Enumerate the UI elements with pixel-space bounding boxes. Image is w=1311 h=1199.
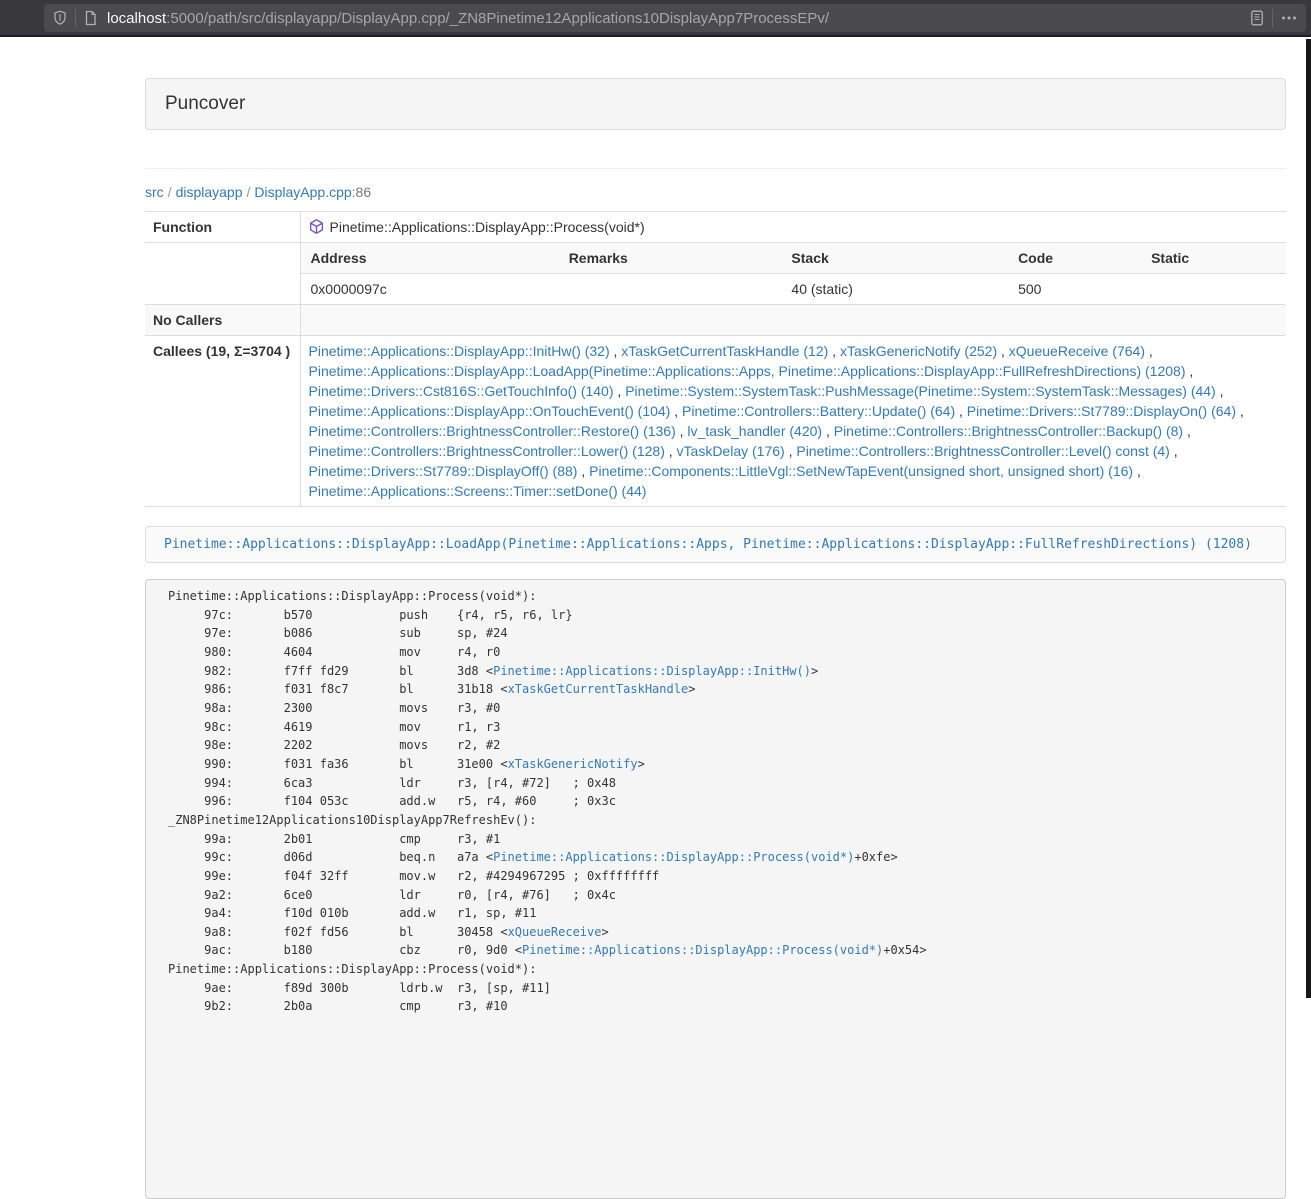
callee-link[interactable]: Pinetime::Controllers::Battery::Update()… bbox=[682, 403, 955, 419]
callee-link[interactable]: Pinetime::Applications::DisplayApp::OnTo… bbox=[309, 403, 671, 419]
metrics-column-header: Static bbox=[1141, 243, 1286, 274]
callee-separator: , bbox=[828, 343, 840, 359]
callee-separator: , bbox=[614, 383, 626, 399]
page-icon[interactable] bbox=[83, 10, 98, 26]
callee-separator: , bbox=[1236, 403, 1244, 419]
metrics-value-row: 0x0000097c 40 (static)500 bbox=[301, 274, 1287, 305]
callee-link[interactable]: lv_task_handler (420) bbox=[687, 423, 822, 439]
function-row: Function Pinetime::Applications::Display… bbox=[145, 212, 1286, 243]
metrics-value: 40 (static) bbox=[781, 274, 1008, 305]
callee-separator: , bbox=[955, 403, 967, 419]
callee-separator: , bbox=[1185, 363, 1193, 379]
urlbar-divider bbox=[1272, 9, 1273, 27]
callee-separator: , bbox=[997, 343, 1009, 359]
breadcrumb-separator: / bbox=[243, 184, 255, 200]
metrics-value bbox=[559, 274, 782, 305]
code-symbol-link[interactable]: Pinetime::Applications::DisplayApp::Proc… bbox=[522, 943, 883, 957]
metrics-table: AddressRemarksStackCodeStatic 0x0000097c… bbox=[301, 243, 1287, 304]
callee-link[interactable]: Pinetime::Drivers::Cst816S::GetTouchInfo… bbox=[309, 383, 614, 399]
url-host: localhost bbox=[107, 10, 166, 27]
code-symbol-link[interactable]: Pinetime::Applications::DisplayApp::Proc… bbox=[493, 850, 854, 864]
callee-link[interactable]: xQueueReceive (764) bbox=[1009, 343, 1145, 359]
callee-separator: , bbox=[1183, 423, 1191, 439]
callee-separator: , bbox=[676, 423, 688, 439]
function-name: Pinetime::Applications::DisplayApp::Proc… bbox=[330, 219, 645, 235]
metrics-column-header: Address bbox=[301, 243, 559, 274]
browser-toolbar: localhost:5000/path/src/displayapp/Displ… bbox=[0, 0, 1311, 37]
no-callers-row: No Callers bbox=[145, 305, 1286, 336]
url-path: :5000/path/src/displayapp/DisplayApp.cpp… bbox=[166, 10, 829, 27]
metrics-row: AddressRemarksStackCodeStatic 0x0000097c… bbox=[145, 243, 1286, 305]
callee-separator: , bbox=[670, 403, 682, 419]
symbol-table: Function Pinetime::Applications::Display… bbox=[145, 211, 1286, 507]
callees-row: Callees (19, Σ=3704 ) Pinetime::Applicat… bbox=[145, 336, 1286, 507]
function-label: Function bbox=[145, 212, 300, 243]
callee-link[interactable]: Pinetime::Applications::DisplayApp::Init… bbox=[309, 343, 610, 359]
code-symbol-link[interactable]: xQueueReceive bbox=[508, 925, 602, 939]
metrics-value: 0x0000097c bbox=[301, 274, 559, 305]
divider bbox=[145, 168, 1286, 169]
callee-link[interactable]: xTaskGenericNotify (252) bbox=[840, 343, 997, 359]
callee-link[interactable]: xTaskGetCurrentTaskHandle (12) bbox=[621, 343, 828, 359]
function-name-cell: Pinetime::Applications::DisplayApp::Proc… bbox=[300, 212, 1286, 243]
callee-separator: , bbox=[1133, 463, 1141, 479]
shield-icon[interactable] bbox=[52, 10, 68, 26]
metrics-column-header: Code bbox=[1008, 243, 1141, 274]
url-text[interactable]: localhost:5000/path/src/displayapp/Displ… bbox=[107, 10, 1249, 27]
callee-separator: , bbox=[610, 343, 622, 359]
code-symbol-link[interactable]: Pinetime::Applications::DisplayApp::Init… bbox=[493, 664, 811, 678]
callee-separator: , bbox=[1216, 383, 1224, 399]
code-symbol-link[interactable]: xTaskGenericNotify bbox=[508, 757, 638, 771]
breadcrumb-line-number: :86 bbox=[352, 184, 371, 200]
reader-mode-icon[interactable] bbox=[1249, 10, 1265, 26]
metrics-header-row: AddressRemarksStackCodeStatic bbox=[301, 243, 1287, 274]
snippet-symbol-link[interactable]: Pinetime::Applications::DisplayApp::Load… bbox=[164, 537, 1252, 552]
metrics-column-header: Remarks bbox=[559, 243, 782, 274]
breadcrumb-link[interactable]: src bbox=[145, 184, 164, 200]
callee-link[interactable]: Pinetime::Applications::DisplayApp::Load… bbox=[309, 363, 1186, 379]
metrics-value: 500 bbox=[1008, 274, 1141, 305]
callee-link[interactable]: Pinetime::Controllers::BrightnessControl… bbox=[309, 443, 665, 459]
callees-list: Pinetime::Applications::DisplayApp::Init… bbox=[300, 336, 1286, 507]
callee-link[interactable]: Pinetime::Controllers::BrightnessControl… bbox=[796, 443, 1169, 459]
callee-link[interactable]: Pinetime::Controllers::BrightnessControl… bbox=[834, 423, 1183, 439]
no-callers-cell bbox=[300, 305, 1286, 336]
urlbar-divider bbox=[75, 9, 76, 27]
callee-separator: , bbox=[822, 423, 834, 439]
callee-link[interactable]: Pinetime::Drivers::St7789::DisplayOff() … bbox=[309, 463, 578, 479]
metrics-row-spacer bbox=[145, 243, 300, 305]
callee-link[interactable]: Pinetime::Components::LittleVgl::SetNewT… bbox=[589, 463, 1133, 479]
callee-link[interactable]: Pinetime::Controllers::BrightnessControl… bbox=[309, 423, 676, 439]
scrollbar-strip[interactable] bbox=[1306, 39, 1311, 998]
url-bar[interactable]: localhost:5000/path/src/displayapp/Displ… bbox=[44, 4, 1306, 32]
snippet-header: Pinetime::Applications::DisplayApp::Load… bbox=[145, 526, 1286, 563]
breadcrumb-link[interactable]: displayapp bbox=[176, 184, 243, 200]
callee-separator: , bbox=[785, 443, 797, 459]
breadcrumb-separator: / bbox=[164, 184, 176, 200]
callee-separator: , bbox=[665, 443, 677, 459]
callee-link[interactable]: Pinetime::Drivers::St7789::DisplayOn() (… bbox=[967, 403, 1236, 419]
callee-separator: , bbox=[1170, 443, 1178, 459]
callee-separator: , bbox=[1145, 343, 1153, 359]
metrics-column-header: Stack bbox=[781, 243, 1008, 274]
page-title: Puncover bbox=[165, 93, 245, 115]
callees-label: Callees (19, Σ=3704 ) bbox=[145, 336, 300, 507]
metrics-value bbox=[1141, 274, 1286, 305]
callee-separator: , bbox=[577, 463, 589, 479]
breadcrumb-link[interactable]: DisplayApp.cpp bbox=[254, 184, 351, 200]
code-symbol-link[interactable]: xTaskGetCurrentTaskHandle bbox=[508, 682, 689, 696]
callee-link[interactable]: vTaskDelay (176) bbox=[677, 443, 785, 459]
package-cube-icon bbox=[309, 219, 324, 234]
disassembly-block: Pinetime::Applications::DisplayApp::Proc… bbox=[145, 579, 1286, 1199]
no-callers-label: No Callers bbox=[145, 305, 300, 336]
callee-link[interactable]: Pinetime::System::SystemTask::PushMessag… bbox=[625, 383, 1216, 399]
app-title-panel: Puncover bbox=[145, 78, 1286, 130]
breadcrumb: src/displayapp/DisplayApp.cpp:86 bbox=[145, 182, 1286, 202]
more-actions-icon[interactable] bbox=[1280, 10, 1298, 26]
page-content: Puncover src/displayapp/DisplayApp.cpp:8… bbox=[0, 39, 1311, 998]
callee-link[interactable]: Pinetime::Applications::Screens::Timer::… bbox=[309, 483, 647, 499]
